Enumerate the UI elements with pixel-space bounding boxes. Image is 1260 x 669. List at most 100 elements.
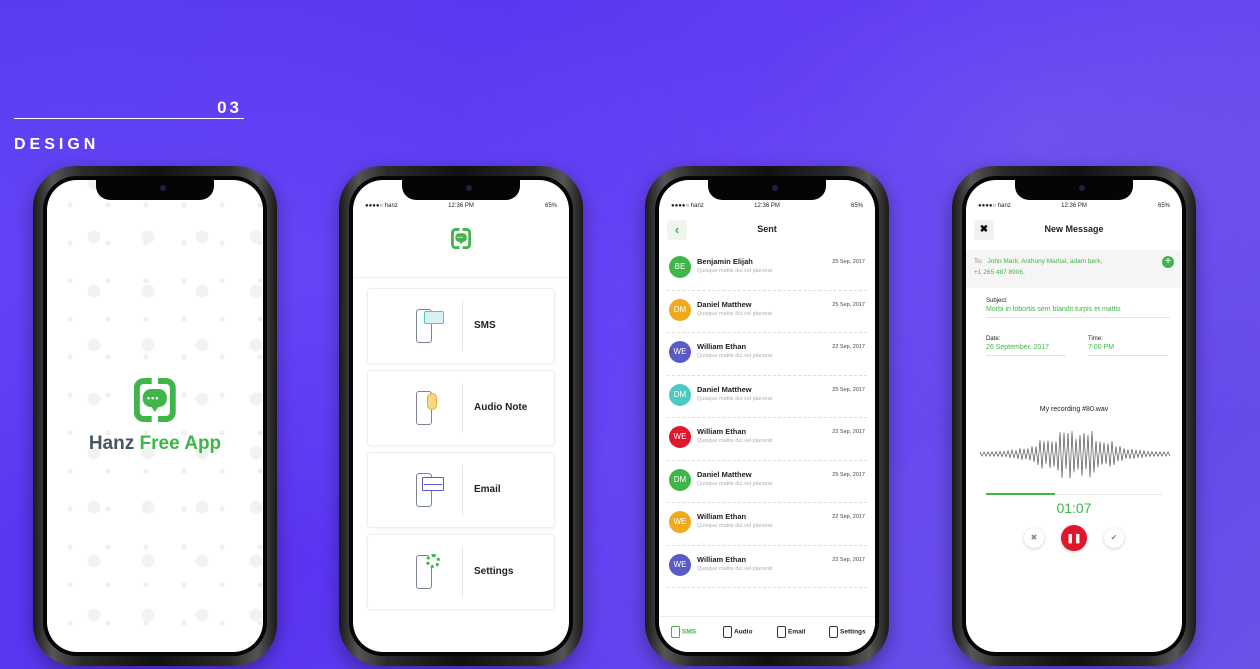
- gear-icon: [412, 553, 448, 593]
- message-date: 25 Sep, 2017: [832, 259, 865, 265]
- contact-name: Daniel Matthew: [697, 469, 752, 479]
- page-title: Sent: [757, 224, 777, 234]
- menu-item-settings[interactable]: Settings: [367, 534, 555, 610]
- tab-audio[interactable]: Audio: [723, 626, 752, 638]
- contact-name: William Ethan: [697, 554, 747, 564]
- recipients: John Mark, Anthony Martial, adam berk,: [987, 258, 1103, 265]
- message-date: 22 Sep, 2017: [832, 514, 865, 520]
- menu-item-audio-note[interactable]: Audio Note: [367, 370, 555, 446]
- avatar: DM: [669, 468, 691, 491]
- microphone-icon: [723, 626, 732, 638]
- message-preview: Quisque mattis dui vel placerat: [697, 353, 773, 359]
- menu-screen: ●●●●○ hanz 12:36 PM 65% ••• SMS Audio No…: [353, 180, 569, 652]
- tab-sms[interactable]: SMS: [671, 626, 696, 638]
- message-date: 22 Sep, 2017: [832, 556, 865, 563]
- menu-item-email[interactable]: Email: [367, 452, 555, 528]
- time-field[interactable]: 7:00 PM: [1088, 344, 1168, 356]
- avatar: WE: [669, 511, 691, 533]
- message-date: 25 Sep, 2017: [832, 301, 865, 308]
- sent-list: BE Benjamin Elijah Quisque mattis dui vel …: [659, 248, 875, 588]
- avatar: WE: [669, 426, 691, 448]
- recipients-field[interactable]: To: John Mark, Anthony Martial, adam ber…: [966, 250, 1182, 288]
- sms-icon: [412, 307, 448, 347]
- date-label: Date:: [986, 336, 1001, 342]
- recording-timer: 01:07: [1056, 500, 1092, 516]
- nav-bar: ‹ Sent: [659, 216, 875, 244]
- contact-name: Daniel Matthew: [697, 299, 752, 309]
- sms-icon: [671, 626, 680, 638]
- phone-menu: ●●●●○ hanz 12:36 PM 65% ••• SMS Audio No…: [339, 166, 583, 666]
- status-bar: ●●●●○ hanz 12:36 PM 65%: [671, 203, 863, 209]
- tab-email[interactable]: Email: [777, 626, 805, 638]
- list-item[interactable]: WE William Ethan Quisque mattis dui vel pl…: [667, 503, 867, 546]
- discard-icon[interactable]: ✖: [1024, 528, 1044, 548]
- message-date: 22 Sep, 2017: [832, 429, 865, 435]
- gear-icon: [829, 626, 838, 638]
- list-item[interactable]: WE William Ethan Quisque mattis dui vel pl…: [667, 333, 867, 376]
- subject-field[interactable]: Morbi in lobortis sem blandit turpis et …: [986, 306, 1170, 318]
- avatar: WE: [669, 341, 691, 363]
- app-logo: ••• Hanz Free App: [89, 378, 221, 455]
- pause-icon[interactable]: ❚❚: [1061, 525, 1087, 551]
- contact-name: Daniel Matthew: [697, 384, 752, 394]
- add-recipient-icon[interactable]: +: [1162, 256, 1174, 268]
- message-preview: Quisque mattis dui vel placerat: [697, 395, 773, 402]
- contact-name: William Ethan: [697, 342, 747, 351]
- date-field[interactable]: 26 September, 2017: [986, 344, 1066, 356]
- recipient-phone: +1 265 487 8906,: [974, 269, 1025, 276]
- message-date: 25 Sep, 2017: [832, 386, 865, 393]
- message-preview: Quisque mattis dui vel placerat: [697, 268, 773, 274]
- contact-name: William Ethan: [697, 512, 747, 521]
- confirm-check-icon[interactable]: ✔: [1104, 528, 1124, 548]
- tab-settings[interactable]: Settings: [829, 626, 866, 638]
- message-preview: Quisque mattis dui vel placerat: [697, 565, 773, 572]
- message-date: 22 Sep, 2017: [832, 344, 865, 350]
- message-preview: Quisque mattis dui vel placerat: [697, 438, 773, 444]
- page-title: New Message: [1044, 224, 1104, 234]
- list-item[interactable]: WE William Ethan Quisque mattis dui vel pl…: [667, 546, 867, 588]
- contact-name: Benjamin Elijah: [697, 257, 753, 266]
- progress-fill: [986, 493, 1055, 495]
- status-bar: ●●●●○ hanz 12:36 PM 65%: [978, 203, 1170, 209]
- email-icon: [412, 471, 448, 511]
- phone-new-message: ●●●●○ hanz 12:36 PM 65% ✖ New Message To…: [952, 166, 1196, 666]
- list-item[interactable]: DM Daniel Matthew Quisque mattis dui vel p…: [667, 376, 867, 418]
- phone-sent: ●●●●○ hanz 12:36 PM 65% ‹ Sent BE Benjami…: [645, 166, 889, 666]
- logo-icon: •••: [451, 228, 472, 250]
- list-item[interactable]: DM Daniel Matthew Quisque mattis dui vel p…: [667, 461, 867, 503]
- avatar: DM: [669, 383, 691, 406]
- message-preview: Quisque mattis dui vel placerat: [697, 310, 773, 317]
- section-number: 03: [217, 98, 242, 117]
- avatar: DM: [669, 298, 691, 321]
- email-icon: [777, 626, 786, 638]
- avatar: BE: [669, 256, 691, 278]
- splash-screen: ••• Hanz Free App: [47, 180, 263, 652]
- list-item[interactable]: WE William Ethan Quisque mattis dui vel pl…: [667, 418, 867, 461]
- message-date: 25 Sep, 2017: [832, 471, 865, 478]
- message-preview: Quisque mattis dui vel placerat: [697, 480, 773, 487]
- list-item[interactable]: DM Daniel Matthew Quisque mattis dui vel p…: [667, 291, 867, 333]
- sent-screen: ●●●●○ hanz 12:36 PM 65% ‹ Sent BE Benjami…: [659, 180, 875, 652]
- app-name: Hanz Free App: [88, 433, 222, 454]
- waveform-path: [980, 430, 1170, 479]
- audio-waveform: [980, 430, 1170, 479]
- section-rule: [14, 118, 244, 119]
- status-bar: ●●●●○ hanz 12:36 PM 65%: [365, 203, 557, 209]
- microphone-icon: [412, 389, 448, 429]
- avatar: WE: [669, 553, 691, 576]
- menu-item-sms[interactable]: SMS: [367, 288, 555, 364]
- menu-header: •••: [353, 216, 569, 278]
- message-preview: Quisque mattis dui vel placerat: [697, 523, 773, 529]
- section-title: DESIGN: [14, 136, 100, 153]
- new-message-screen: ●●●●○ hanz 12:36 PM 65% ✖ New Message To…: [966, 180, 1182, 652]
- recording-progress[interactable]: [986, 493, 1162, 495]
- subject-label: Subject:: [986, 298, 1008, 304]
- phone-splash: ••• Hanz Free App: [33, 166, 277, 666]
- contact-name: William Ethan: [697, 427, 747, 436]
- tab-bar: SMS Audio Email Settings: [659, 616, 875, 652]
- nav-bar: ✖ New Message: [966, 216, 1182, 244]
- list-item[interactable]: BE Benjamin Elijah Quisque mattis dui vel …: [667, 248, 867, 291]
- recording-name: My recording #80.wav: [1039, 406, 1109, 413]
- logo-icon: •••: [133, 378, 176, 422]
- time-label: Time:: [1088, 336, 1103, 342]
